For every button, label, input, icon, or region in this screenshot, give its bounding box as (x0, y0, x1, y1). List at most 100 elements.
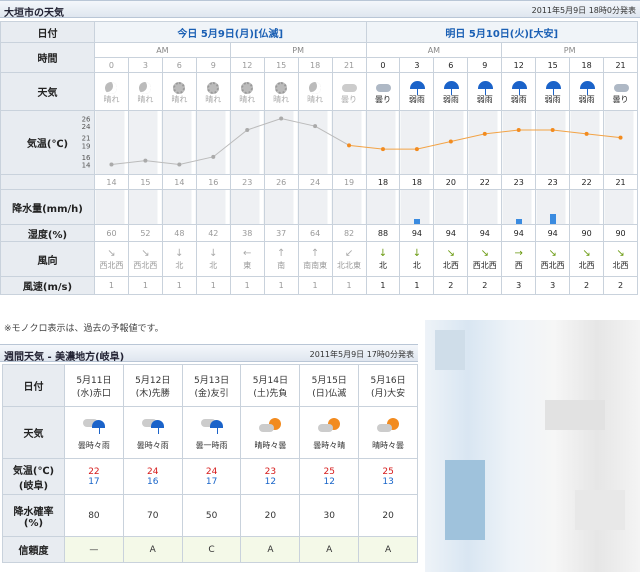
weather-cell: 晴れ (94, 72, 129, 111)
week-weather-text: 曇時々雨 (77, 441, 110, 450)
week-date: 5月11日 (76, 375, 112, 386)
wind-dir-text: 東 (243, 260, 252, 270)
temp-value: 23 (501, 174, 537, 190)
hour-cell: 12 (501, 57, 537, 73)
wind-arrow-icon: ↘ (548, 247, 557, 259)
wind-speed-value: 2 (467, 276, 503, 295)
temp-chart-cell (365, 110, 401, 175)
temp-chart-cell (501, 110, 537, 175)
hour-cell: 6 (161, 57, 197, 73)
week-reliability: — (64, 536, 124, 563)
week-weather-cell: 曇一時雨 (181, 406, 242, 459)
wind-arrow-icon: → (514, 247, 523, 259)
cloud-icon (374, 81, 392, 95)
precip-cell (229, 189, 265, 225)
hourly-forecast-table: 日付 今日 5月9日(月)[仏滅] 明日 5月10日(火)[大安] 時間 AM … (0, 21, 638, 295)
wind-arrow-icon: ↙ (344, 247, 354, 259)
weather-text: 曇り (612, 94, 629, 104)
weather-text: 晴れ (137, 94, 154, 104)
week-label-rain-1: 降水確率 (13, 506, 54, 518)
wind-dir-cell: ↘ 北西 (569, 241, 605, 277)
humidity-value: 38 (229, 224, 265, 242)
umbrella-icon (408, 80, 426, 95)
hour-cell: 9 (195, 57, 231, 73)
week-rokuyo-text: 大安 (387, 388, 406, 399)
weekly-published: 2011年5月9日 17時0分発表 (309, 350, 414, 359)
precip-cell (433, 189, 469, 225)
weather-cell: 弱雨 (433, 72, 469, 111)
wind-speed-value: 1 (399, 276, 435, 295)
weather-text: 曇り (341, 94, 358, 104)
week-rokuyo: (月)大安 (360, 386, 417, 399)
wind-arrow-icon: ↓ (209, 247, 218, 259)
precip-cell (297, 189, 333, 225)
weather-text: 晴れ (239, 94, 256, 104)
weather-text: 晴れ (307, 94, 324, 104)
temp-value: 24 (297, 174, 333, 190)
hour-cell: 0 (94, 57, 129, 73)
week-temp-cell: 24 17 (181, 458, 242, 495)
precip-cell (195, 189, 231, 225)
wind-speed-value: 1 (365, 276, 401, 295)
week-temp-cell: 23 12 (240, 458, 301, 495)
moon-icon (102, 81, 120, 95)
week-weekday: (月) (371, 388, 388, 399)
wind-speed-value: 3 (535, 276, 571, 295)
temp-chart-cell (229, 110, 265, 175)
label-wind-speed: 風速(m/s) (0, 276, 95, 295)
wind-arrow-icon: ↑ (310, 247, 320, 259)
weather-text: 晴れ (273, 94, 290, 104)
temp-chart-cell (603, 110, 638, 175)
weather-cell: 弱雨 (501, 72, 537, 111)
weather-cell: 晴れ (127, 72, 163, 111)
hour-cell: 0 (365, 57, 401, 73)
wind-dir-text: 南南東 (303, 260, 328, 270)
week-rokuyo: (水)赤口 (65, 386, 122, 399)
moon-icon (306, 81, 324, 95)
week-reliability: A (299, 536, 360, 563)
wind-speed-value: 1 (229, 276, 265, 295)
precip-cell (535, 189, 571, 225)
temp-chart-cell (195, 110, 231, 175)
week-label-rain: 降水確率 (%) (2, 494, 65, 537)
weather-text: 弱雨 (544, 94, 561, 104)
precip-cell (467, 189, 503, 225)
wind-dir-text: 西 (514, 260, 523, 270)
temp-chart-cell (263, 110, 299, 175)
week-weather-cell: 曇時々晴 (299, 406, 360, 459)
precip-cell (399, 189, 435, 225)
week-rokuyo: (日)仏滅 (301, 386, 358, 399)
humidity-value: 82 (331, 224, 367, 242)
wind-arrow-icon: ↘ (107, 247, 116, 259)
weather-cell: 晴れ (229, 72, 265, 111)
weather-cell: 弱雨 (467, 72, 503, 111)
week-day-cell: 5月12日 (木)先勝 (122, 364, 183, 407)
hour-cell: 3 (399, 57, 435, 73)
weather-text: 弱雨 (578, 94, 595, 104)
wind-speed-value: 2 (433, 276, 469, 295)
precip-cell (127, 189, 163, 225)
wind-speed-value: 2 (569, 276, 605, 295)
wind-dir-text: 北 (209, 260, 218, 270)
wind-dir-cell: ↘ 西北西 (127, 241, 163, 277)
week-rokuyo-text: 友引 (210, 388, 229, 399)
humidity-value: 90 (603, 224, 638, 242)
week-temp-high: 25 (323, 466, 335, 477)
moon-icon (136, 81, 154, 95)
temp-chart-cell (331, 110, 367, 175)
wind-dir-cell: ↘ 西北西 (535, 241, 571, 277)
humidity-value: 94 (399, 224, 435, 242)
wind-dir-text: 北西 (578, 260, 595, 270)
humidity-value: 64 (297, 224, 333, 242)
wind-dir-cell: ↓ 北 (365, 241, 401, 277)
wind-arrow-icon: ↓ (412, 247, 422, 259)
wind-speed-value: 1 (263, 276, 299, 295)
wind-arrow-icon: ↘ (480, 247, 489, 259)
temp-value: 18 (365, 174, 401, 190)
temp-chart-cell (94, 110, 129, 175)
ampm-label: PM (229, 42, 367, 58)
wind-dir-cell: → 西 (501, 241, 537, 277)
temp-value: 22 (569, 174, 605, 190)
week-rain-prob: 50 (181, 494, 242, 537)
humidity-value: 88 (365, 224, 401, 242)
